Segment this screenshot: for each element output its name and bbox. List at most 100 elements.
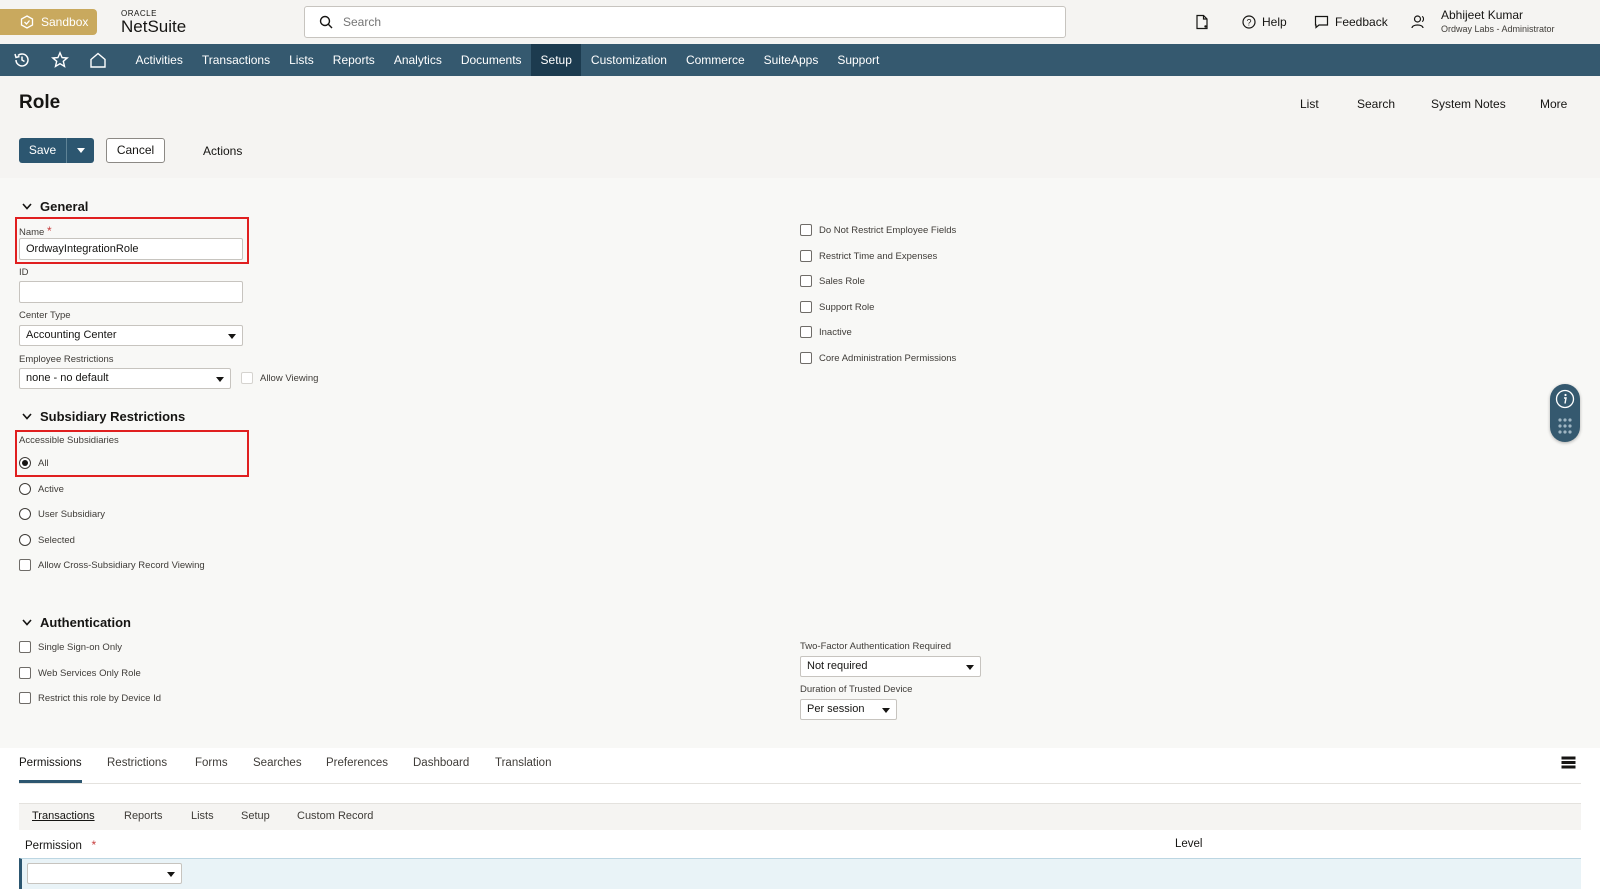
- nav-lists[interactable]: Lists: [280, 44, 324, 76]
- subtab-lists[interactable]: Lists: [191, 810, 214, 822]
- center-type-value: Accounting Center: [26, 329, 117, 341]
- list-view-icon[interactable]: [1561, 756, 1576, 769]
- caret-down-icon: [228, 334, 236, 339]
- checkbox-box: [19, 692, 31, 704]
- help-label: Help: [1262, 15, 1287, 29]
- allow-viewing-checkbox[interactable]: Allow Viewing: [241, 372, 318, 384]
- center-type-select[interactable]: Accounting Center: [19, 325, 243, 346]
- user-role: Ordway Labs - Administrator: [1441, 24, 1555, 34]
- subsidiary-option-user-subsidiary[interactable]: User Subsidiary: [19, 508, 105, 520]
- radio-label: Active: [38, 483, 64, 495]
- twofa-value: Not required: [807, 660, 868, 672]
- required-icon: *: [91, 838, 97, 852]
- recent-records-button[interactable]: [1194, 0, 1216, 44]
- global-search[interactable]: [304, 6, 1066, 38]
- netsuite-logo[interactable]: ORACLE NetSuite: [121, 9, 186, 36]
- help-button[interactable]: ? Help: [1242, 0, 1287, 44]
- top-bar: Sandbox ORACLE NetSuite ? Help Feedback …: [0, 0, 1600, 44]
- nav-support[interactable]: Support: [828, 44, 889, 76]
- more-link[interactable]: More: [1540, 97, 1567, 111]
- feedback-button[interactable]: Feedback: [1314, 0, 1388, 44]
- core-admin-permissions-checkbox[interactable]: Core Administration Permissions: [800, 352, 956, 364]
- tab-searches[interactable]: Searches: [253, 757, 302, 769]
- user-icon[interactable]: [1411, 14, 1427, 30]
- cancel-button[interactable]: Cancel: [106, 138, 165, 163]
- nav-commerce[interactable]: Commerce: [676, 44, 754, 76]
- nav-activities[interactable]: Activities: [126, 44, 192, 76]
- user-name: Abhijeet Kumar: [1441, 8, 1524, 22]
- checkbox-label: Single Sign-on Only: [38, 641, 122, 653]
- nav-suiteapps[interactable]: SuiteApps: [754, 44, 828, 76]
- nav-reports[interactable]: Reports: [323, 44, 384, 76]
- system-notes-link[interactable]: System Notes: [1431, 97, 1506, 111]
- subsidiary-option-selected[interactable]: Selected: [19, 534, 75, 546]
- support-role-checkbox[interactable]: Support Role: [800, 301, 874, 313]
- subtab-transactions[interactable]: Transactions: [32, 810, 95, 822]
- side-help-widget[interactable]: [1550, 384, 1580, 442]
- subtab-custom-record[interactable]: Custom Record: [297, 810, 373, 822]
- inactive-checkbox[interactable]: Inactive: [800, 326, 852, 338]
- nav-customization[interactable]: Customization: [581, 44, 676, 76]
- level-column-header: Level: [1175, 838, 1203, 850]
- subtab-setup[interactable]: Setup: [241, 810, 270, 822]
- id-field[interactable]: [19, 281, 243, 303]
- subsidiary-option-all[interactable]: All: [19, 457, 49, 469]
- required-icon: *: [46, 224, 52, 238]
- tab-translation[interactable]: Translation: [495, 757, 551, 769]
- do-not-restrict-employee-fields-checkbox[interactable]: Do Not Restrict Employee Fields: [800, 224, 956, 236]
- authentication-section-toggle[interactable]: Authentication: [22, 615, 131, 630]
- help-icon: ?: [1242, 15, 1256, 29]
- web-services-only-checkbox[interactable]: Web Services Only Role: [19, 667, 141, 679]
- restrict-device-id-checkbox[interactable]: Restrict this role by Device Id: [19, 692, 161, 704]
- checkbox-label: Restrict Time and Expenses: [819, 250, 938, 262]
- permission-header-text: Permission: [25, 840, 82, 852]
- single-sign-on-checkbox[interactable]: Single Sign-on Only: [19, 641, 122, 653]
- save-options-button[interactable]: [67, 138, 94, 163]
- home-icon[interactable]: [82, 44, 114, 76]
- restrict-time-expenses-checkbox[interactable]: Restrict Time and Expenses: [800, 250, 937, 262]
- checkbox-box: [800, 224, 812, 236]
- sales-role-checkbox[interactable]: Sales Role: [800, 275, 865, 287]
- permission-select[interactable]: [27, 863, 182, 884]
- cross-subsidiary-checkbox[interactable]: Allow Cross-Subsidiary Record Viewing: [19, 559, 205, 571]
- page-title: Role: [19, 92, 61, 113]
- duration-select[interactable]: Per session: [800, 699, 897, 720]
- user-menu[interactable]: Abhijeet Kumar Ordway Labs - Administrat…: [1441, 8, 1555, 36]
- list-link[interactable]: List: [1300, 97, 1319, 111]
- employee-restrictions-select[interactable]: none - no default: [19, 368, 231, 389]
- nav-documents[interactable]: Documents: [451, 44, 531, 76]
- id-label: ID: [19, 267, 29, 278]
- checkbox-label: Inactive: [819, 326, 852, 338]
- tab-preferences[interactable]: Preferences: [326, 757, 388, 769]
- nav-transactions[interactable]: Transactions: [192, 44, 279, 76]
- recent-icon[interactable]: [6, 44, 38, 76]
- duration-value: Per session: [807, 703, 865, 715]
- grid-dots-icon: [1558, 418, 1572, 434]
- tab-permissions[interactable]: Permissions: [19, 757, 82, 769]
- subsidiary-option-active[interactable]: Active: [19, 483, 64, 495]
- search-input[interactable]: [343, 15, 1043, 29]
- nav-setup[interactable]: Setup: [531, 44, 582, 76]
- subsidiary-section-toggle[interactable]: Subsidiary Restrictions: [22, 409, 185, 424]
- twofa-select[interactable]: Not required: [800, 656, 981, 677]
- tab-forms[interactable]: Forms: [195, 757, 228, 769]
- caret-down-icon: [966, 665, 974, 670]
- general-section-toggle[interactable]: General: [22, 199, 88, 214]
- checkbox-box: [19, 559, 31, 571]
- save-button[interactable]: Save: [19, 138, 67, 163]
- actions-menu[interactable]: Actions: [203, 144, 242, 158]
- subtab-reports[interactable]: Reports: [124, 810, 163, 822]
- nav-analytics[interactable]: Analytics: [384, 44, 451, 76]
- name-label: Name *: [19, 224, 52, 238]
- sandbox-badge[interactable]: Sandbox: [0, 9, 97, 35]
- chevron-down-icon: [22, 413, 32, 420]
- general-section-title: General: [40, 199, 89, 214]
- tab-restrictions[interactable]: Restrictions: [107, 757, 167, 769]
- search-link[interactable]: Search: [1357, 97, 1395, 111]
- allow-viewing-label: Allow Viewing: [260, 372, 319, 384]
- chat-bubble-icon: [1314, 15, 1329, 29]
- name-field[interactable]: OrdwayIntegrationRole: [19, 238, 243, 260]
- tab-dashboard[interactable]: Dashboard: [413, 757, 469, 769]
- star-icon[interactable]: [44, 44, 76, 76]
- radio-label: All: [38, 457, 49, 469]
